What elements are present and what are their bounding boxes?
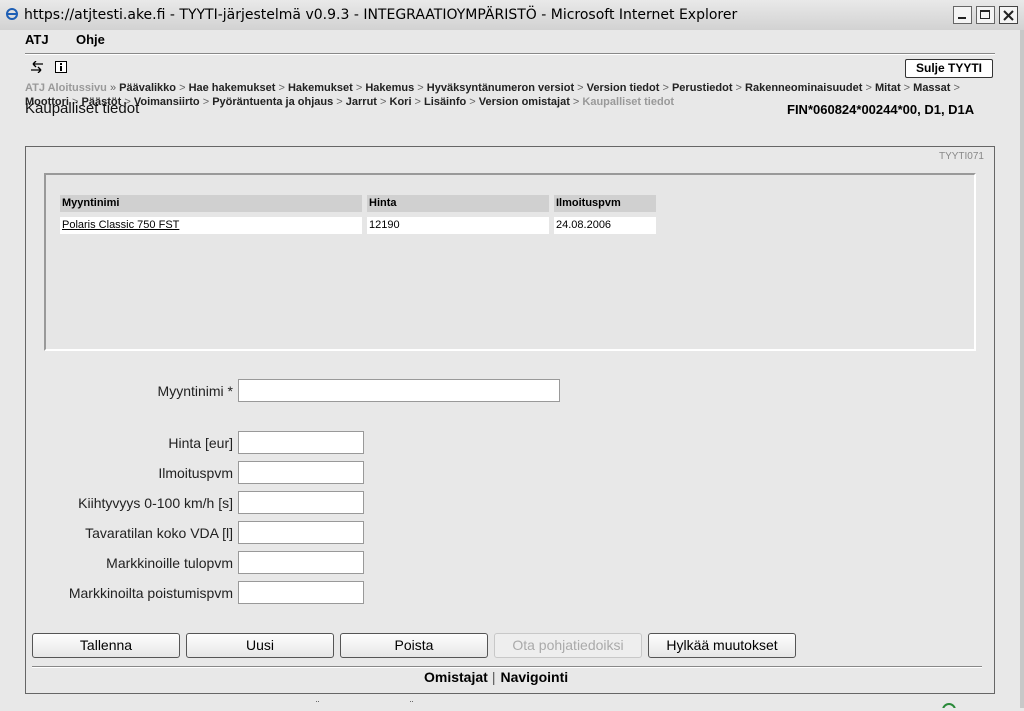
navigation-link[interactable]: Navigointi [500,669,568,685]
close-window-button[interactable] [999,6,1018,24]
use-as-base-data-button: Ota pohjatiedoiksi [494,633,642,658]
breadcrumb-link[interactable]: Version tiedot [587,82,660,94]
vehicle-id: FIN*060824*00244*00, D1, D1A [787,102,975,117]
tavaratila-label: Tavaratilan koko VDA [l] [85,525,233,541]
row-link[interactable]: Polaris Classic 750 FST [62,219,179,231]
status-globe-icon [942,703,956,708]
tulopvm-input[interactable] [238,551,364,574]
info-icon[interactable] [55,61,67,73]
main-panel: TYYTI071 Myyntinimi Hinta Ilmoituspvm Po… [25,146,995,694]
screen-code: TYYTI071 [938,151,984,162]
menu-ohje[interactable]: Ohje [76,32,105,47]
owners-link[interactable]: Omistajat [424,669,488,685]
minimize-icon [958,17,966,19]
delete-button[interactable]: Poista [340,633,488,658]
breadcrumb-link[interactable]: Hakemukset [288,82,353,94]
hinta-input[interactable] [238,431,364,454]
bottom-separator [32,666,982,668]
save-button[interactable]: Tallenna [32,633,180,658]
ilmoituspvm-input[interactable] [238,461,364,484]
internet-explorer-icon [6,8,18,20]
breadcrumb-link[interactable]: Kori [390,96,412,108]
window-border [1020,30,1024,708]
page-title: Kaupalliset tiedot [25,100,140,117]
myyntinimi-label: Myyntinimi * [157,383,233,399]
maximize-button[interactable] [976,6,995,24]
nav-divider: | [491,669,496,685]
window-title: https://atjtesti.ake.fi - TYYTI-järjeste… [24,7,738,23]
kiihtyvyys-input[interactable] [238,491,364,514]
menu-separator [25,53,995,55]
window-titlebar: https://atjtesti.ake.fi - TYYTI-järjeste… [0,0,1024,31]
breadcrumb-link[interactable]: Version omistajat [479,96,570,108]
breadcrumb-link[interactable]: Hakemus [365,82,414,94]
breadcrumb-link[interactable]: Rakenneominaisuudet [745,82,862,94]
table-cell-hinta: 12190 [367,217,549,234]
hinta-label: Hinta [eur] [168,435,233,451]
breadcrumb-current: Kaupalliset tiedot [582,96,675,108]
scroll-indicator: ¨ [316,700,320,711]
new-button[interactable]: Uusi [186,633,334,658]
bottom-navigation: Omistajat | Navigointi [424,669,568,685]
poistumispvm-input[interactable] [238,581,364,604]
column-header-myyntinimi[interactable]: Myyntinimi [60,195,362,212]
minimize-button[interactable] [953,6,972,24]
column-header-hinta[interactable]: Hinta [367,195,549,212]
close-icon [1003,10,1014,21]
breadcrumb-link[interactable]: Lisäinfo [424,96,466,108]
commercial-data-table: Myyntinimi Hinta Ilmoituspvm Polaris Cla… [44,173,976,351]
myyntinimi-input[interactable] [238,379,560,402]
table-cell-ilmoituspvm: 24.08.2006 [554,217,656,234]
breadcrumb-link[interactable]: Pyöräntuenta ja ohjaus [212,96,333,108]
breadcrumb-link[interactable]: Voimansiirto [134,96,200,108]
menu-bar: ATJ Ohje [0,30,1020,52]
breadcrumb-link[interactable]: Perustiedot [672,82,733,94]
breadcrumb-link[interactable]: Päävalikko [119,82,176,94]
breadcrumb-link[interactable]: Mitat [875,82,901,94]
tulopvm-label: Markkinoille tulopvm [106,555,233,571]
kiihtyvyys-label: Kiihtyvyys 0-100 km/h [s] [78,495,233,511]
breadcrumb-link[interactable]: Jarrut [346,96,377,108]
breadcrumb-link-home[interactable]: ATJ Aloitussivu [25,82,107,94]
table-cell-myyntinimi[interactable]: Polaris Classic 750 FST [60,217,362,234]
close-tyyti-button[interactable]: Sulje TYYTI [905,59,993,78]
breadcrumb-link[interactable]: Hyväksyntänumeron versiot [427,82,574,94]
discard-changes-button[interactable]: Hylkää muutokset [648,633,796,658]
ilmoituspvm-label: Ilmoituspvm [158,465,233,481]
column-header-ilmoituspvm[interactable]: Ilmoituspvm [554,195,656,212]
breadcrumb-link[interactable]: Massat [913,82,950,94]
maximize-icon [980,10,990,19]
menu-atj[interactable]: ATJ [25,32,49,47]
back-arrow-icon[interactable] [29,61,45,73]
scroll-indicator: ¨ [410,700,414,711]
tavaratila-input[interactable] [238,521,364,544]
poistumispvm-label: Markkinoilta poistumispvm [68,585,233,601]
breadcrumb-link[interactable]: Hae hakemukset [189,82,276,94]
